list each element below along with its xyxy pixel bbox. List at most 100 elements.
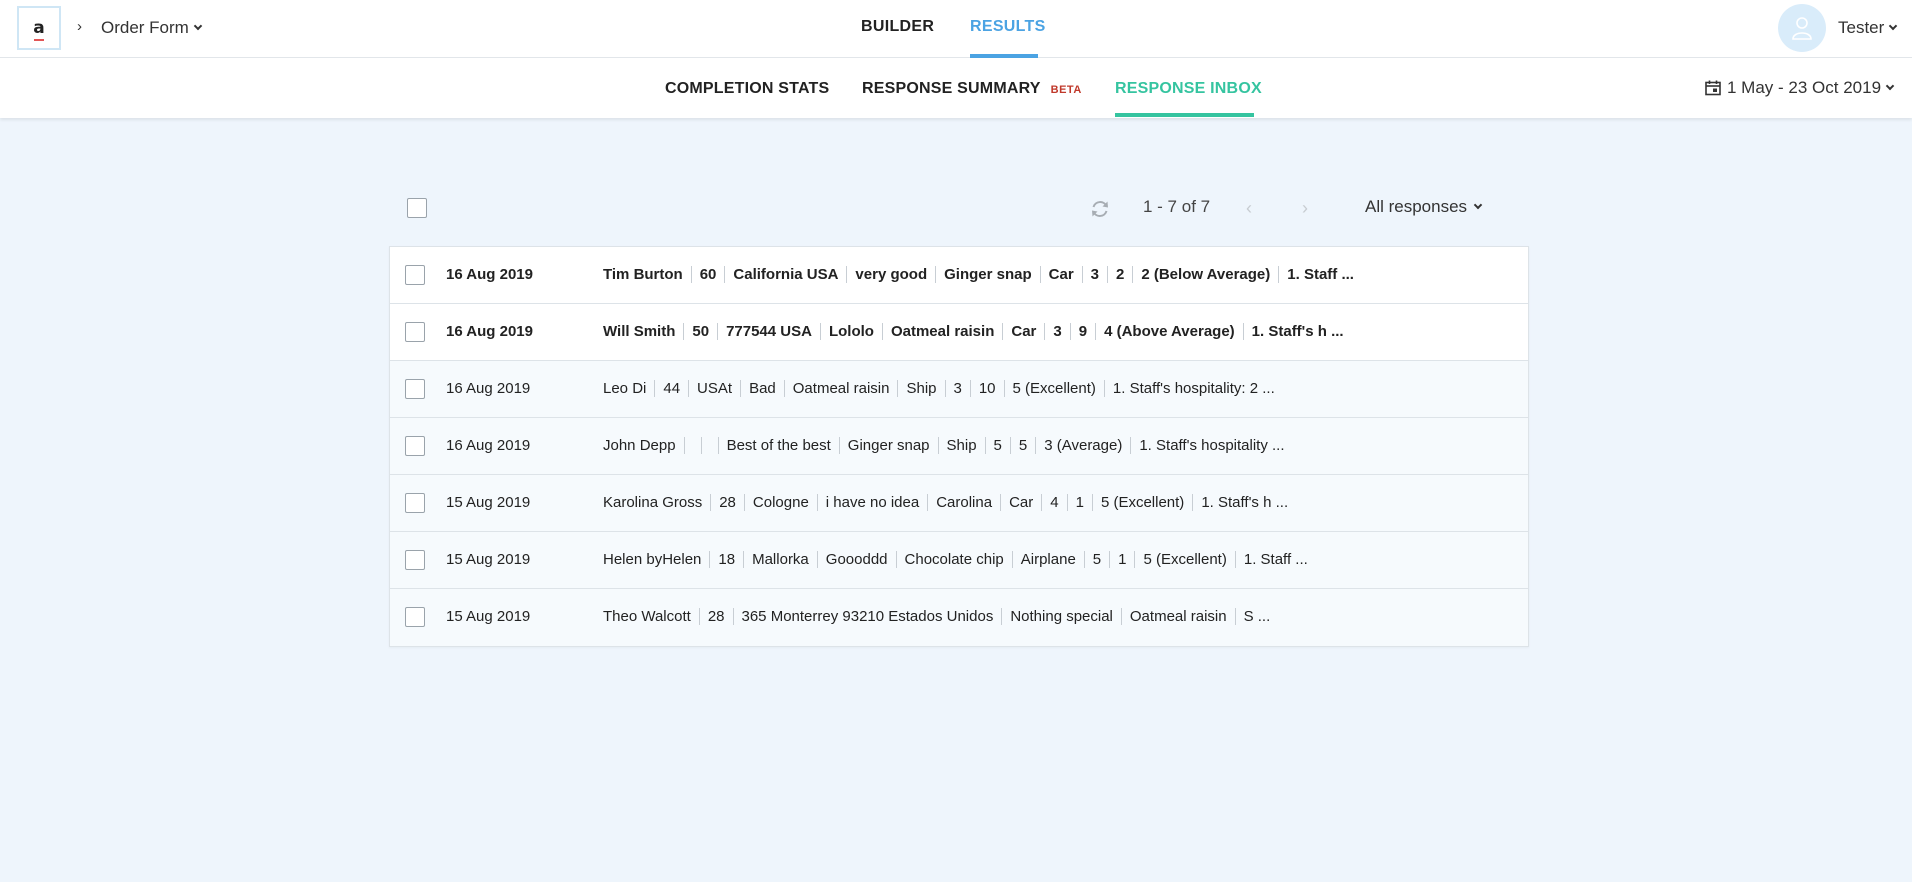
- list-item[interactable]: 16 Aug 2019 John Depp Best of the best Ging…: [390, 418, 1528, 475]
- response-field: Nothing special: [1001, 608, 1121, 625]
- response-field: Car: [1002, 323, 1044, 340]
- response-field: 10: [969, 380, 1004, 397]
- user-name: Tester: [1838, 18, 1885, 37]
- response-field: Helen byHelen: [603, 551, 702, 568]
- response-field: Best of the best: [717, 437, 839, 454]
- tab-response-summary-label: RESPONSE SUMMARY: [862, 80, 1041, 97]
- row-checkbox[interactable]: [405, 493, 425, 513]
- response-field: 1. Staff ...: [1234, 551, 1316, 568]
- calendar-icon: [1705, 80, 1721, 96]
- user-menu[interactable]: Tester: [1838, 18, 1898, 38]
- list-item[interactable]: 16 Aug 2019 Leo Di 44 USAt Bad Oatmeal raisin…: [390, 361, 1528, 418]
- response-filter[interactable]: All responses: [1365, 197, 1483, 217]
- response-field: 18: [709, 551, 743, 568]
- avatar[interactable]: [1778, 4, 1826, 52]
- list-item[interactable]: 16 Aug 2019 Tim Burton 60 California USA ver…: [390, 247, 1528, 304]
- response-field: 5: [1009, 437, 1035, 454]
- response-field: Ship: [897, 380, 944, 397]
- response-date: 16 Aug 2019: [446, 266, 533, 283]
- response-field: Bad: [740, 380, 784, 397]
- top-bar: a › Order Form BUILDER RESULTS Tester: [0, 0, 1912, 58]
- response-field: 1. Staff ...: [1278, 266, 1362, 283]
- response-field: 4: [1041, 494, 1066, 511]
- response-field: Leo Di: [603, 380, 647, 397]
- breadcrumb-chevron-icon: ›: [77, 18, 82, 35]
- response-field: 5: [984, 437, 1010, 454]
- response-field: Airplane: [1011, 551, 1084, 568]
- row-checkbox[interactable]: [405, 607, 425, 627]
- form-name: Order Form: [101, 18, 189, 37]
- response-field: 3 (Average): [1035, 437, 1130, 454]
- response-field: Oatmeal raisin: [881, 323, 1002, 340]
- response-field: Lololo: [819, 323, 882, 340]
- response-date: 15 Aug 2019: [446, 608, 531, 625]
- response-field: Theo Walcott: [603, 608, 691, 625]
- response-date: 16 Aug 2019: [446, 380, 531, 397]
- select-all-checkbox[interactable]: [407, 198, 427, 218]
- response-field: 28: [710, 494, 744, 511]
- chevron-down-icon: [1889, 21, 1898, 31]
- pagination-info: 1 - 7 of 7: [1143, 197, 1211, 216]
- row-checkbox[interactable]: [405, 379, 425, 399]
- chevron-down-icon: [1473, 200, 1483, 210]
- response-field: 3: [944, 380, 970, 397]
- response-field: 5 (Excellent): [1134, 551, 1234, 568]
- response-preview: Theo Walcott 28 365 Monterrey 93210 Estado…: [603, 608, 1278, 625]
- row-checkbox[interactable]: [405, 265, 425, 285]
- tab-response-summary[interactable]: RESPONSE SUMMARY BETA: [862, 80, 1082, 98]
- response-field: 1: [1066, 494, 1092, 511]
- response-list: 16 Aug 2019 Tim Burton 60 California USA ver…: [389, 246, 1529, 647]
- response-field: Carolina: [927, 494, 1000, 511]
- list-item[interactable]: 15 Aug 2019 Karolina Gross 28 Cologne i have…: [390, 475, 1528, 532]
- chevron-down-icon: [193, 21, 203, 31]
- refresh-icon[interactable]: [1089, 198, 1111, 220]
- response-preview: Leo Di 44 USAt Bad Oatmeal raisin Ship 3 10 5 (E…: [603, 380, 1283, 397]
- response-field: Mallorka: [743, 551, 817, 568]
- response-field: 9: [1069, 323, 1095, 340]
- tab-results[interactable]: RESULTS: [970, 18, 1046, 36]
- app-logo[interactable]: a: [17, 6, 61, 50]
- logo-icon: a: [33, 17, 45, 41]
- response-field: 44: [654, 380, 688, 397]
- response-field: 365 Monterrey 93210 Estados Unidos: [732, 608, 1002, 625]
- row-checkbox[interactable]: [405, 322, 425, 342]
- tab-completion-stats[interactable]: COMPLETION STATS: [665, 80, 829, 98]
- response-field: Goooddd: [816, 551, 896, 568]
- response-field: very good: [846, 266, 935, 283]
- row-checkbox[interactable]: [405, 436, 425, 456]
- user-icon: [1792, 17, 1812, 40]
- response-date: 16 Aug 2019: [446, 437, 531, 454]
- row-checkbox[interactable]: [405, 550, 425, 570]
- response-preview: Helen byHelen 18 Mallorka Goooddd Chocolate …: [603, 551, 1316, 568]
- response-field: 50: [683, 323, 717, 340]
- date-range-picker[interactable]: 1 May - 23 Oct 2019: [1705, 78, 1895, 98]
- response-field: 1. Staff's hospitality: 2 ...: [1103, 380, 1283, 397]
- previous-page-icon[interactable]: ‹: [1246, 198, 1252, 219]
- response-filter-label: All responses: [1365, 197, 1468, 216]
- response-field: S ...: [1234, 608, 1279, 625]
- response-field: Car: [1039, 266, 1082, 283]
- response-field: 5 (Excellent): [1091, 494, 1192, 511]
- list-item[interactable]: 16 Aug 2019 Will Smith 50 777544 USA Lololo O…: [390, 304, 1528, 361]
- response-field: Car: [1000, 494, 1041, 511]
- list-item[interactable]: 15 Aug 2019 Helen byHelen 18 Mallorka Gooodd…: [390, 532, 1528, 589]
- tab-builder[interactable]: BUILDER: [861, 18, 934, 36]
- response-field: 1. Staff's h ...: [1192, 494, 1296, 511]
- response-field: i have no idea: [816, 494, 927, 511]
- response-field: Ginger snap: [935, 266, 1040, 283]
- next-page-icon[interactable]: ›: [1302, 198, 1308, 219]
- response-field: [683, 437, 701, 454]
- response-date: 15 Aug 2019: [446, 551, 531, 568]
- response-field: Will Smith: [603, 323, 676, 340]
- response-field: [700, 437, 718, 454]
- response-field: Oatmeal raisin: [1120, 608, 1235, 625]
- results-subnav: COMPLETION STATS RESPONSE SUMMARY BETA RE…: [0, 58, 1912, 118]
- list-item[interactable]: 15 Aug 2019 Theo Walcott 28 365 Monterrey 9…: [390, 589, 1528, 646]
- response-preview: Will Smith 50 777544 USA Lololo Oatmeal rais…: [603, 323, 1352, 340]
- form-selector[interactable]: Order Form: [101, 18, 203, 38]
- active-subtab-indicator: [1115, 113, 1254, 117]
- response-field: Ship: [937, 437, 985, 454]
- response-field: 60: [690, 266, 725, 283]
- tab-response-inbox[interactable]: RESPONSE INBOX: [1115, 80, 1262, 98]
- response-field: California USA: [724, 266, 846, 283]
